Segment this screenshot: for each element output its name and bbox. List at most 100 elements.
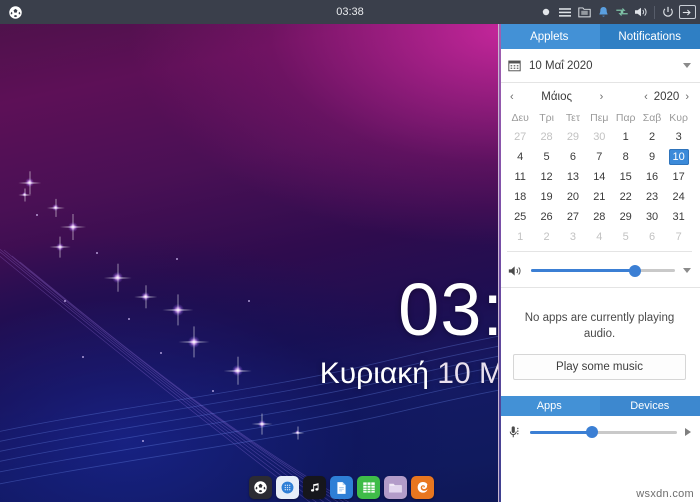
calendar-day[interactable]: 17 bbox=[665, 167, 692, 187]
tab-applets[interactable]: Applets bbox=[499, 24, 600, 49]
prev-month-button[interactable]: ‹ bbox=[507, 91, 517, 103]
no-audio-message: No apps are currently playing audio. bbox=[524, 312, 675, 340]
speaker-icon[interactable] bbox=[508, 265, 523, 277]
dock-item-firefox[interactable] bbox=[411, 476, 434, 499]
calendar-weekday-1: Τρι bbox=[539, 112, 554, 124]
cinnamon-menu-icon[interactable] bbox=[4, 2, 26, 22]
calendar-day[interactable]: 3 bbox=[665, 127, 692, 147]
calendar-day[interactable]: 12 bbox=[533, 167, 559, 187]
calendar-day[interactable]: 1 bbox=[507, 227, 533, 247]
volume-slider[interactable] bbox=[531, 264, 675, 278]
tab-notifications[interactable]: Notifications bbox=[599, 24, 700, 49]
volume-icon[interactable] bbox=[632, 2, 650, 22]
date-selector-row[interactable]: 10 Μαΐ 2020 bbox=[499, 49, 700, 83]
top-panel: 03:38 bbox=[0, 0, 700, 24]
calendar-day[interactable]: 5 bbox=[613, 227, 639, 247]
calendar-day[interactable]: 13 bbox=[560, 167, 586, 187]
calendar-day[interactable]: 25 bbox=[507, 207, 533, 227]
calendar-day[interactable]: 2 bbox=[533, 227, 559, 247]
calendar-day[interactable]: 11 bbox=[507, 167, 533, 187]
calendar-day[interactable]: 4 bbox=[586, 227, 612, 247]
power-icon[interactable] bbox=[659, 2, 677, 22]
calendar-day[interactable]: 6 bbox=[560, 147, 586, 167]
calendar-weekday-3: Πεμ bbox=[590, 112, 609, 124]
play-some-music-button[interactable]: Play some music bbox=[513, 354, 686, 380]
calendar-day[interactable]: 29 bbox=[560, 127, 586, 147]
calendar-day-label: 20 bbox=[566, 191, 580, 203]
volume-slider-knob[interactable] bbox=[628, 264, 641, 277]
calendar-day-label: 25 bbox=[514, 211, 527, 223]
applets-sidebar: Applets Notifications 10 Μαΐ 2020 ‹ Μάιο… bbox=[498, 24, 700, 502]
calendar-week-row: 4 5 6 7 8 9 10 bbox=[507, 147, 692, 167]
date-label: 10 Μαΐ 2020 bbox=[529, 59, 593, 72]
dock-item-music[interactable] bbox=[303, 476, 326, 499]
volume-expand-chevron-icon[interactable] bbox=[683, 268, 691, 273]
prev-year-button[interactable]: ‹ bbox=[641, 91, 651, 103]
calendar-day[interactable]: 18 bbox=[507, 187, 533, 207]
calendar-day[interactable]: 7 bbox=[665, 227, 692, 247]
dock-item-documents[interactable] bbox=[330, 476, 353, 499]
calendar-day-label: 18 bbox=[514, 191, 527, 203]
microphone-applet-row bbox=[499, 416, 700, 448]
microphone-slider[interactable] bbox=[530, 425, 677, 439]
calendar-day[interactable]: 29 bbox=[613, 207, 639, 227]
calendar-day-label: 2 bbox=[543, 231, 550, 243]
calendar-day[interactable]: 3 bbox=[560, 227, 586, 247]
microphone-icon[interactable] bbox=[508, 425, 522, 439]
dot-icon[interactable] bbox=[537, 2, 555, 22]
calendar-day[interactable]: 21 bbox=[586, 187, 612, 207]
desktop-clock-date: Κυριακή 10 Μ bbox=[320, 352, 504, 396]
calendar-day[interactable]: 19 bbox=[533, 187, 559, 207]
calendar-grid: Δευ Τρι Τετ Πεμ Παρ Σαβ Κυρ 27 28 29 30 1 2 3 4 5 6 7 8 9 1… bbox=[507, 110, 692, 247]
calendar-day[interactable]: 22 bbox=[613, 187, 639, 207]
calendar-day[interactable]: 2 bbox=[639, 127, 665, 147]
calendar-day-label: 27 bbox=[514, 131, 527, 143]
calendar-day[interactable]: 1 bbox=[613, 127, 639, 147]
microphone-slider-knob[interactable] bbox=[585, 426, 598, 438]
dock-item-spreadsheet[interactable] bbox=[357, 476, 380, 499]
network-icon[interactable] bbox=[613, 2, 631, 22]
next-year-button[interactable]: › bbox=[682, 91, 692, 103]
calendar-day[interactable]: 30 bbox=[586, 127, 612, 147]
dock-item-files[interactable] bbox=[384, 476, 407, 499]
logout-icon[interactable] bbox=[678, 2, 696, 22]
tab-apps-label: Apps bbox=[536, 400, 562, 412]
calendar-day[interactable]: 23 bbox=[639, 187, 665, 207]
calendar-day[interactable]: 6 bbox=[639, 227, 665, 247]
calendar-day[interactable]: 15 bbox=[613, 167, 639, 187]
calendar-day[interactable]: 27 bbox=[560, 207, 586, 227]
calendar-day[interactable]: 28 bbox=[533, 127, 559, 147]
calendar-year-group: ‹ 2020 › bbox=[641, 91, 692, 103]
calendar-day[interactable]: 27 bbox=[507, 127, 533, 147]
tab-apps[interactable]: Apps bbox=[499, 396, 600, 416]
calendar-day[interactable]: 14 bbox=[586, 167, 612, 187]
calendar-day[interactable]: 7 bbox=[586, 147, 612, 167]
calendar-day[interactable]: 20 bbox=[560, 187, 586, 207]
calendar-day[interactable]: 4 bbox=[507, 147, 533, 167]
calendar-day[interactable]: 16 bbox=[639, 167, 665, 187]
calendar-day[interactable]: 30 bbox=[639, 207, 665, 227]
calendar-day-label: 22 bbox=[619, 191, 632, 203]
calendar-day-label: 5 bbox=[543, 151, 550, 163]
microphone-expand-chevron-icon[interactable] bbox=[685, 428, 691, 436]
calendar-day-label: 1 bbox=[517, 231, 524, 243]
tab-devices-label: Devices bbox=[630, 400, 670, 412]
dock-item-menu[interactable] bbox=[249, 476, 272, 499]
folder-icon[interactable] bbox=[575, 2, 593, 22]
window-list-icon[interactable] bbox=[556, 2, 574, 22]
next-month-button[interactable]: › bbox=[597, 91, 607, 103]
notification-bell-icon[interactable] bbox=[594, 2, 612, 22]
calendar-day-today[interactable]: 10 bbox=[665, 147, 692, 167]
calendar-day[interactable]: 24 bbox=[665, 187, 692, 207]
tab-devices[interactable]: Devices bbox=[599, 396, 700, 416]
calendar-day[interactable]: 26 bbox=[533, 207, 559, 227]
dock-item-browser[interactable] bbox=[276, 476, 299, 499]
chevron-down-icon[interactable] bbox=[683, 63, 691, 68]
calendar-day[interactable]: 28 bbox=[586, 207, 612, 227]
calendar-day[interactable]: 5 bbox=[533, 147, 559, 167]
calendar-day[interactable]: 31 bbox=[665, 207, 692, 227]
calendar-day[interactable]: 9 bbox=[639, 147, 665, 167]
panel-clock[interactable]: 03:38 bbox=[336, 6, 364, 18]
calendar-day-label: 30 bbox=[645, 211, 659, 223]
calendar-day[interactable]: 8 bbox=[613, 147, 639, 167]
